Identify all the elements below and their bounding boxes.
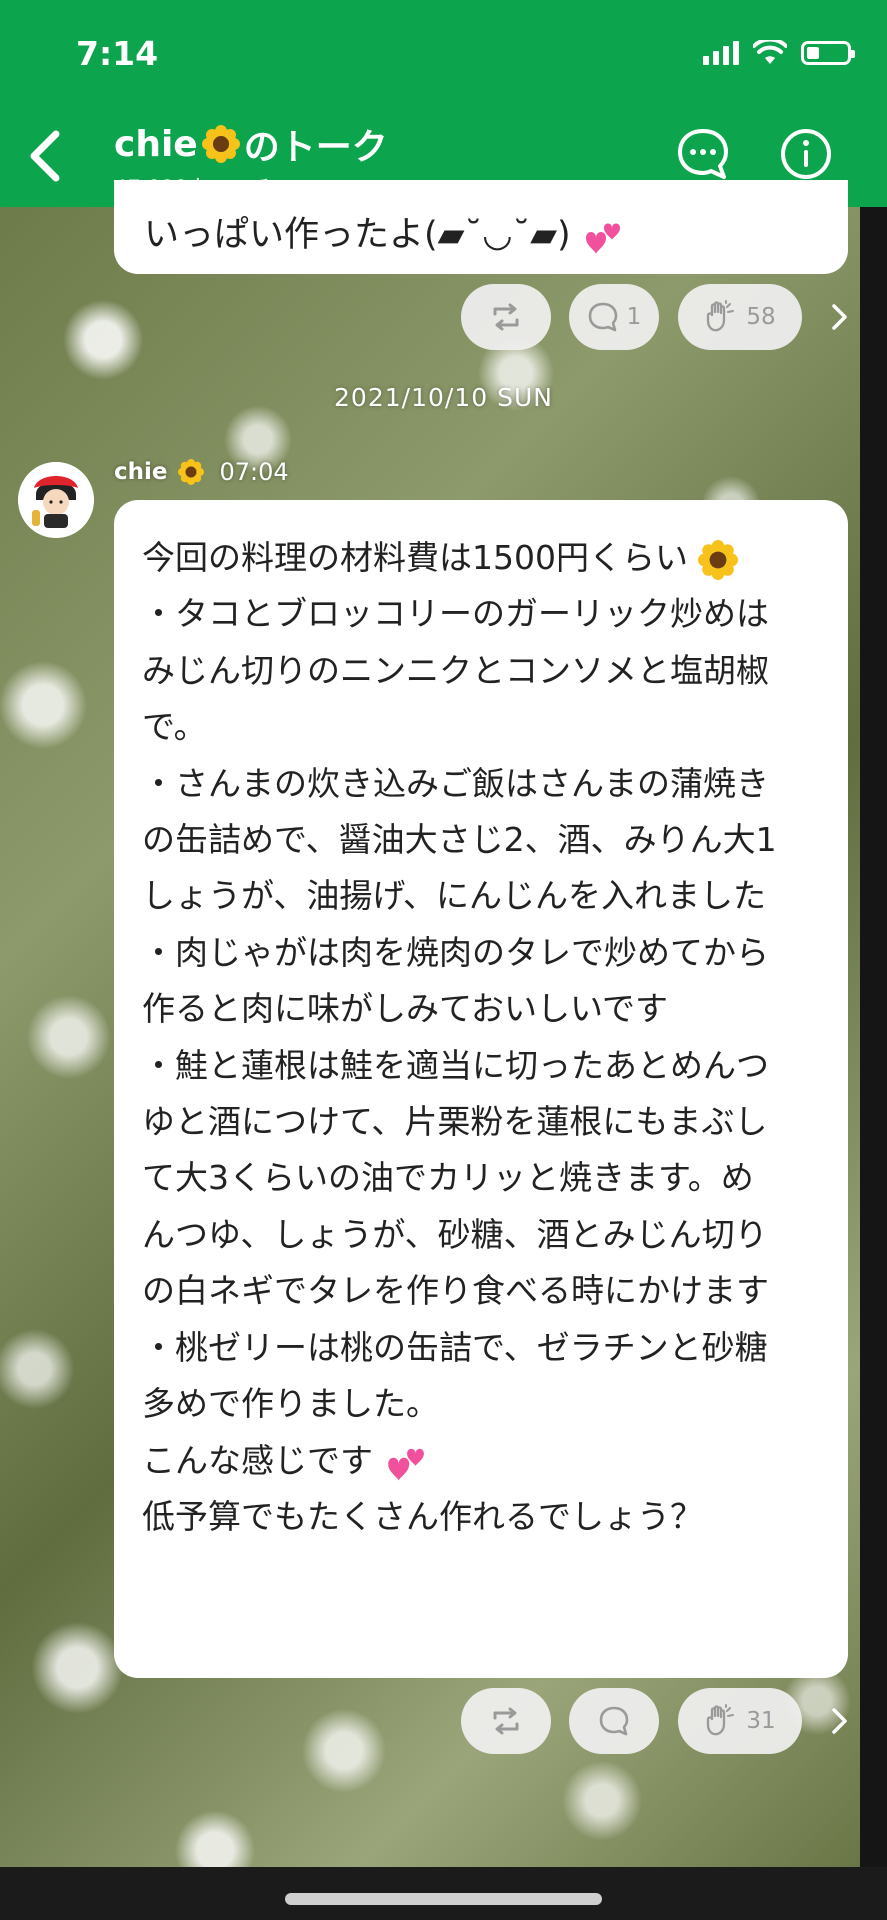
message-line: こんな感じです: [142, 1433, 822, 1489]
message-line: ・タコとブロッコリーのガーリック炒めは: [142, 594, 769, 634]
status-icons: [703, 40, 855, 66]
message-line: の缶詰めで、醤油大さじ2、酒、みりん大1: [142, 820, 777, 860]
message-time: 07:04: [219, 458, 289, 486]
message-line: ・さんまの炊き込みご飯はさんまの蒲焼き: [142, 763, 769, 803]
clap-icon: [707, 300, 735, 332]
clap-button[interactable]: 58: [678, 284, 802, 350]
message-line: しょうが、油揚げ、にんじんを入れました: [142, 876, 767, 916]
status-time: 7:14: [76, 34, 159, 73]
sunflower-emoji-icon: [177, 459, 204, 485]
message-line: みじん切りのニンニクとコンソメと塩胡椒: [142, 650, 769, 690]
two-hearts-emoji-icon: [387, 1448, 424, 1481]
message-line: て大3くらいの油でカリッと焼きます。め: [142, 1158, 754, 1198]
message-line: ゆと酒につけて、片栗粉を蓮根にもまぶし: [142, 1102, 768, 1142]
previous-message-actions: 1 58: [0, 284, 887, 350]
chat-button[interactable]: [676, 127, 730, 181]
info-icon: [781, 129, 831, 179]
message-line: の白ネギでタレを作り食べる時にかけます: [142, 1271, 769, 1311]
avatar-illustration-icon: [18, 462, 94, 538]
chat-bubble-icon: [678, 129, 728, 179]
cellular-signal-icon: [703, 41, 739, 65]
repost-icon: [493, 1707, 519, 1735]
home-indicator[interactable]: [285, 1893, 602, 1905]
comment-count: 1: [626, 304, 642, 330]
message-line: ・肉じゃがは肉を焼肉のタレで炒めてから: [142, 932, 769, 972]
clap-button[interactable]: 31: [678, 1688, 802, 1754]
wifi-icon: [753, 40, 787, 64]
clap-count: 58: [746, 304, 776, 330]
info-button[interactable]: [779, 127, 833, 181]
repost-button[interactable]: [461, 284, 551, 350]
avatar[interactable]: [18, 462, 94, 538]
message-line: 作ると肉に味がしみておいしいです: [142, 989, 669, 1029]
previous-message-bubble[interactable]: いっぱい作ったよ(▰˘◡˘▰): [114, 180, 848, 274]
message-line: ・桃ゼリーは桃の缶詰で、ゼラチンと砂糖: [142, 1327, 768, 1367]
comment-button[interactable]: [569, 1688, 659, 1754]
chevron-right-icon[interactable]: [826, 300, 852, 334]
message-line: で。: [142, 707, 207, 747]
comment-icon: [599, 1706, 629, 1736]
sender-line: chie 07:04: [114, 458, 289, 486]
title-name: chie: [114, 123, 198, 165]
message-line: 低予算でもたくさん作れるでしょう？: [142, 1496, 703, 1536]
message-line: 多めで作りました。: [142, 1384, 439, 1424]
repost-icon: [493, 303, 519, 331]
comment-icon: [588, 302, 617, 332]
sunflower-emoji-icon: [698, 539, 739, 580]
message-bubble[interactable]: 今回の料理の材料費は1500円くらい ・タコとブロッコリーのガーリック炒めは み…: [114, 500, 848, 1678]
clap-icon: [707, 1704, 735, 1736]
message-line: 今回の料理の材料費は1500円くらい: [142, 530, 822, 586]
chevron-left-icon: [30, 130, 60, 182]
date-separator: 2021/10/10 SUN: [334, 383, 553, 412]
message-line: ・鮭と蓮根は鮭を適当に切ったあとめんつ: [142, 1045, 769, 1085]
repost-button[interactable]: [461, 1688, 551, 1754]
comment-button[interactable]: 1: [569, 284, 659, 350]
previous-message-text: いっぱい作ったよ(▰˘◡˘▰): [144, 206, 622, 257]
page-title: chie のトーク: [114, 118, 388, 170]
two-hearts-emoji-icon: [585, 223, 620, 254]
app-header: 7:14 chie のトーク 47,090ウォッチ: [0, 0, 887, 207]
clap-count: 31: [746, 1708, 776, 1734]
title-suffix: のトーク: [243, 127, 388, 168]
chevron-right-icon[interactable]: [826, 1704, 852, 1738]
battery-icon: [801, 41, 855, 65]
screen-edge: [860, 207, 887, 1867]
sender-name: chie: [114, 459, 168, 485]
back-button[interactable]: [24, 128, 68, 184]
message-line: んつゆ、しょうが、砂糖、酒とみじん切り: [142, 1214, 768, 1254]
message-actions: 31: [0, 1688, 887, 1754]
sunflower-emoji-icon: [201, 125, 240, 163]
